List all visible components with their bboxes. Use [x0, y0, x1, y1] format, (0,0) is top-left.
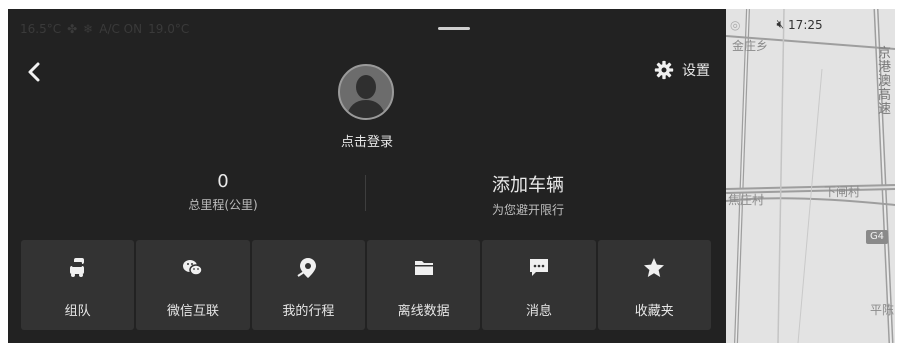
fan-icon: ✤ — [67, 22, 78, 36]
stat-divider — [365, 175, 366, 211]
road-badge: G4 — [866, 230, 888, 244]
climate-status: 16.5°C ✤ ❄ A/C ON 19.0°C — [20, 22, 189, 36]
car-team-icon — [69, 258, 84, 277]
back-button[interactable] — [22, 59, 48, 85]
set-temperature: 19.0°C — [148, 22, 190, 36]
feature-tiles: 组队 微信互联 我的行程 离线数据 消息 收藏夹 — [21, 240, 711, 330]
bluetooth-icon: ◎ — [730, 17, 741, 32]
tile-favorites[interactable]: 收藏夹 — [597, 240, 711, 330]
ac-icon: ❄ — [83, 22, 94, 36]
tile-wechat[interactable]: 微信互联 — [136, 240, 250, 330]
status-bar: 16.5°C ✤ ❄ A/C ON 19.0°C — [8, 9, 728, 49]
map-label-village: 下闸村 — [824, 185, 861, 199]
add-vehicle-subtitle: 为您避开限行 — [491, 203, 564, 217]
user-silhouette-icon — [346, 75, 386, 118]
clock: 17:25 — [788, 17, 823, 32]
settings-label: 设置 — [682, 63, 710, 79]
settings-button[interactable]: 设置 — [654, 60, 710, 80]
ac-status: A/C ON — [99, 22, 143, 36]
tile-my-trips[interactable]: 我的行程 — [251, 240, 365, 330]
login-link[interactable]: 点击登录 — [324, 131, 410, 150]
outside-temperature: 16.5°C — [20, 22, 62, 36]
tile-label: 离线数据 — [397, 304, 450, 319]
tile-label: 消息 — [525, 304, 552, 319]
folder-icon — [414, 261, 433, 275]
star-icon — [644, 258, 665, 277]
tile-messages[interactable]: 消息 — [482, 240, 596, 330]
map-view[interactable]: ◎ 🔇︎ 17:25 金庄乡 京港澳高速 焦庄村 下闸村 G4 平陈 — [726, 9, 895, 343]
avatar[interactable] — [338, 64, 394, 120]
pull-down-handle[interactable] — [438, 27, 470, 30]
tile-label: 组队 — [64, 304, 91, 319]
message-icon — [529, 259, 548, 276]
tile-team[interactable]: 组队 — [21, 240, 135, 330]
mileage-stat: 0 总里程(公里) — [148, 171, 298, 213]
app-screen: 16.5°C ✤ ❄ A/C ON 19.0°C 设置 点击登录 0 总里程(公… — [8, 9, 895, 343]
mileage-label: 总里程(公里) — [188, 198, 258, 212]
add-vehicle-button[interactable]: 添加车辆 为您避开限行 — [448, 171, 608, 218]
map-label-town: 金庄乡 — [732, 39, 769, 53]
mute-icon: 🔇︎ — [776, 17, 785, 31]
mileage-value: 0 — [217, 171, 229, 192]
map-status-bar: ◎ 🔇︎ 17:25 — [730, 17, 823, 32]
gear-icon — [654, 60, 674, 80]
add-vehicle-title: 添加车辆 — [492, 175, 564, 196]
tile-offline-data[interactable]: 离线数据 — [366, 240, 481, 330]
chevron-left-icon — [28, 62, 40, 82]
tile-label: 收藏夹 — [634, 304, 674, 319]
trip-pin-icon — [297, 258, 317, 278]
map-roads — [726, 9, 895, 343]
map-label-highway: 京港澳高速 — [878, 46, 892, 117]
map-label-edge: 平陈 — [870, 303, 895, 317]
map-label-village: 焦庄村 — [728, 193, 765, 207]
tile-label: 我的行程 — [282, 304, 335, 319]
tile-label: 微信互联 — [166, 304, 219, 319]
wechat-icon — [182, 260, 203, 276]
